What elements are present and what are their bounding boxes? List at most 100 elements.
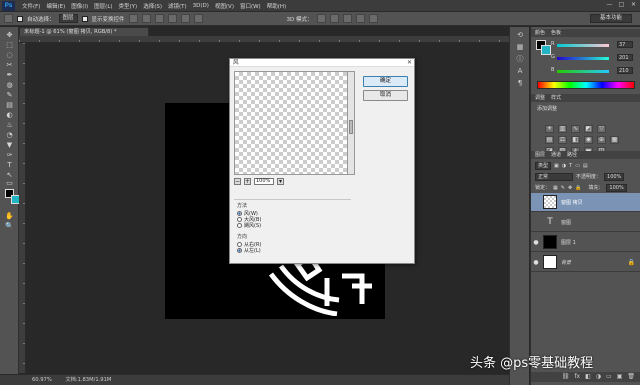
eyedropper-tool-icon[interactable]: ✒ [3,71,16,80]
new-layer-icon[interactable]: ▣ [617,372,623,382]
move-tool-preset-icon[interactable] [4,14,13,23]
slider-b-value[interactable]: 210 [617,67,633,74]
channel-mixer-icon[interactable]: ⊕ [597,136,606,144]
align-right-icon[interactable] [193,14,203,23]
align-top-icon[interactable] [128,14,138,23]
move-tool-icon[interactable]: ✥ [3,31,16,40]
new-group-icon[interactable]: ▭ [606,372,612,382]
3d-drag-icon[interactable] [342,14,352,23]
menu-layer[interactable]: 图层(L) [91,2,115,10]
slider-b[interactable]: B 210 [551,67,637,75]
photo-filter-icon[interactable]: ◉ [584,136,593,144]
radio-indicator[interactable] [237,247,242,253]
layer-row[interactable]: 窗图 拷贝 [531,193,640,212]
cancel-button[interactable]: 取消 [363,90,408,101]
maximize-button[interactable]: □ [617,1,626,9]
tab-adjustments[interactable]: 调整 [535,94,545,102]
lock-pixels-icon[interactable]: ▦ [553,185,558,191]
blend-mode-dropdown[interactable]: 正常 [535,172,573,181]
color-panel-background[interactable] [541,45,551,55]
radio-indicator[interactable] [237,210,242,216]
color-balance-icon[interactable]: ⚖ [558,136,567,144]
scrollbar-thumb[interactable] [349,120,353,134]
brightness-icon[interactable]: ☀ [545,125,554,133]
opacity-field[interactable]: 100% [604,172,625,181]
horizontal-ruler[interactable] [19,36,509,43]
filter-adjust-icon[interactable]: ◑ [562,163,566,169]
hue-saturation-icon[interactable]: ▤ [545,136,554,144]
vertical-ruler[interactable] [19,43,26,373]
menu-type[interactable]: 类型(Y) [116,2,141,10]
align-bottom-icon[interactable] [154,14,164,23]
type-tool-icon[interactable]: T [3,161,16,170]
properties-panel-icon[interactable]: ▦ [515,43,525,52]
3d-rotate-icon[interactable] [316,14,326,23]
menu-help[interactable]: 帮助(H) [264,2,289,10]
brush-tool-icon[interactable]: ✎ [3,91,16,100]
menu-edit[interactable]: 编辑(E) [43,2,68,10]
layer-style-icon[interactable]: fx [574,372,580,382]
delete-layer-icon[interactable]: 🗑 [627,372,635,382]
crop-tool-icon[interactable]: ✂ [3,61,16,70]
auto-select-checkbox[interactable] [17,15,23,22]
layer-name[interactable]: 窗图 拷贝 [561,199,583,206]
radio-indicator[interactable] [237,222,242,228]
layer-name[interactable]: 图层 1 [561,239,576,246]
slider-b-track[interactable] [557,70,609,73]
show-transform-checkbox[interactable] [81,15,88,22]
tab-color[interactable]: 颜色 [535,29,545,37]
method-stagger-radio[interactable]: 飓风(S) [234,222,351,229]
lock-paint-icon[interactable]: ✎ [561,185,565,191]
radio-indicator[interactable] [237,216,242,222]
slider-g-track[interactable] [557,57,609,60]
info-panel-icon[interactable]: ⓘ [515,55,525,64]
layer-kind-filter[interactable]: 类型 [535,161,552,170]
paragraph-panel-icon[interactable]: ¶ [515,79,525,88]
filter-smart-icon[interactable]: ▤ [583,163,588,169]
slider-g[interactable]: G 201 [551,54,637,62]
menu-select[interactable]: 选择(S) [140,2,165,10]
blur-tool-icon[interactable]: ▼ [3,141,16,150]
lock-all-icon[interactable]: 🔒 [575,185,581,191]
menu-window[interactable]: 窗口(W) [237,2,264,10]
curves-icon[interactable]: ∿ [571,125,580,133]
visibility-eye-icon[interactable]: ● [531,259,541,266]
slider-r[interactable]: R 37 [551,41,637,49]
character-panel-icon[interactable]: A [515,67,525,76]
menu-image[interactable]: 图像(I) [68,2,91,10]
menu-view[interactable]: 视图(V) [212,2,237,10]
levels-icon[interactable]: ▥ [558,125,567,133]
tab-layers[interactable]: 图层 [535,151,545,159]
eraser-tool-icon[interactable]: ♨ [3,121,16,130]
3d-roll-icon[interactable] [329,14,339,23]
layer-row[interactable]: ● 图层 1 [531,233,640,252]
color-lookup-icon[interactable]: ▦ [610,136,619,144]
zoom-value[interactable]: 100% [254,177,274,185]
fill-field[interactable]: 100% [606,183,627,192]
black-white-icon[interactable]: ◧ [571,136,580,144]
zoom-out-button[interactable]: − [234,177,241,185]
slider-g-value[interactable]: 201 [617,54,633,61]
layer-row[interactable]: ● 背景 🔒 [531,253,640,272]
radio-indicator[interactable] [237,241,242,247]
gradient-tool-icon[interactable]: ◔ [3,131,16,140]
dialog-close-icon[interactable]: ✕ [407,59,412,67]
3d-scale-icon[interactable] [368,14,378,23]
tab-paths[interactable]: 路径 [567,151,577,159]
align-center-icon[interactable] [180,14,190,23]
filter-type-icon[interactable]: T [569,163,572,169]
workspace-dropdown[interactable]: 基本功能 [590,14,632,23]
auto-select-dropdown[interactable]: 图层 [58,14,78,23]
link-layers-icon[interactable]: ⛓ [562,372,570,382]
3d-slide-icon[interactable] [355,14,365,23]
ok-button[interactable]: 确定 [363,76,408,87]
layer-name[interactable]: 窗图 [561,219,571,226]
document-size-readout[interactable]: 文档:1.83M/1.91M [65,377,111,383]
direction-left-radio[interactable]: 从左(L) [234,247,351,254]
zoom-in-button[interactable]: + [244,177,251,185]
slider-r-track[interactable] [557,44,609,47]
pen-tool-icon[interactable]: ✑ [3,151,16,160]
visibility-eye-icon[interactable]: ● [531,239,541,246]
align-middle-icon[interactable] [141,14,151,23]
color-spectrum-bar[interactable] [537,81,635,89]
